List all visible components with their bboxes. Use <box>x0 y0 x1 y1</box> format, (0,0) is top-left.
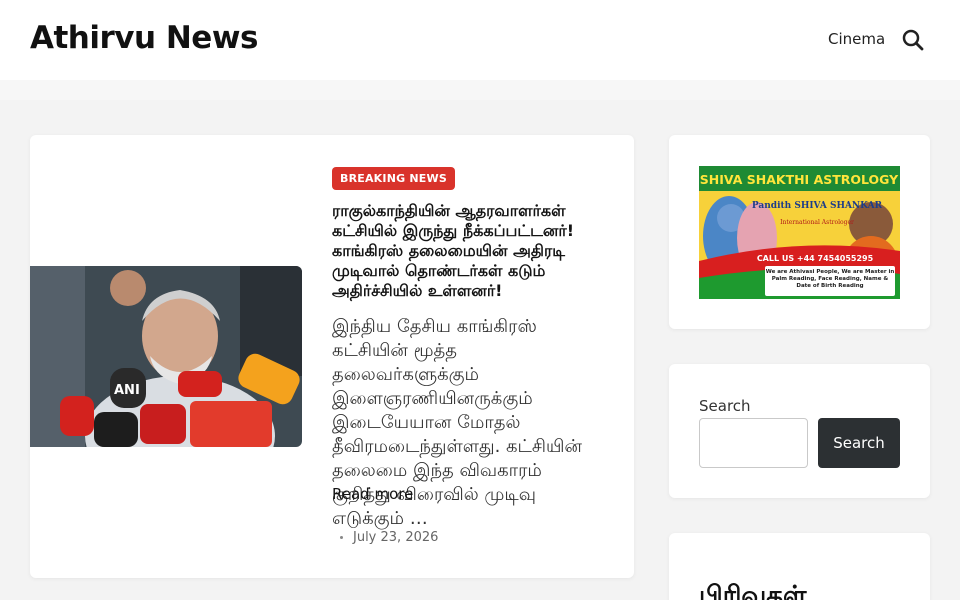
ad-phone: CALL US +44 7454055295 <box>757 254 874 263</box>
ad-astrologer-name: Pandith SHIVA SHANKAR <box>752 201 883 211</box>
nav-item-cinema[interactable]: Cinema <box>828 30 885 48</box>
category-badge[interactable]: BREAKING NEWS <box>332 167 455 190</box>
post-thumbnail[interactable]: ANI <box>30 266 302 447</box>
ad-title: SHIVA SHAKTHI ASTROLOGY <box>700 172 899 187</box>
post-date-text[interactable]: July 23, 2026 <box>353 530 438 545</box>
search-icon[interactable] <box>900 27 926 53</box>
search-widget: Search Search <box>669 364 930 498</box>
search-input[interactable] <box>699 418 808 468</box>
post-date: July 23, 2026 <box>340 530 438 545</box>
site-header: Athirvu News Cinema <box>0 0 960 80</box>
search-label: Search <box>699 397 751 415</box>
post-card: ANI BREAKING NEWS ராகுல்காந்தியின் ஆதரவா… <box>30 135 634 578</box>
bullet-icon <box>340 536 343 539</box>
post-title[interactable]: ராகுல்காந்தியின் ஆதரவாளர்கள் கட்சியில் இ… <box>332 201 582 301</box>
ad-subtitle: International Astrologer <box>780 219 854 226</box>
ad-widget: SHIVA SHAKTHI ASTROLOGY Pandith SHIVA SH… <box>669 135 930 329</box>
astrology-ad-banner[interactable]: SHIVA SHAKTHI ASTROLOGY Pandith SHIVA SH… <box>699 166 900 299</box>
search-button[interactable]: Search <box>818 418 900 468</box>
categories-widget: பிரிவுகள் <box>669 533 930 600</box>
site-title[interactable]: Athirvu News <box>30 20 258 56</box>
ad-tagline: We are Athivasi People, We are Master in… <box>765 269 895 289</box>
read-more-link[interactable]: Read more <box>332 485 413 503</box>
header-shadow-band <box>0 80 960 100</box>
categories-title: பிரிவுகள் <box>699 581 807 600</box>
svg-text:ANI: ANI <box>114 383 140 398</box>
